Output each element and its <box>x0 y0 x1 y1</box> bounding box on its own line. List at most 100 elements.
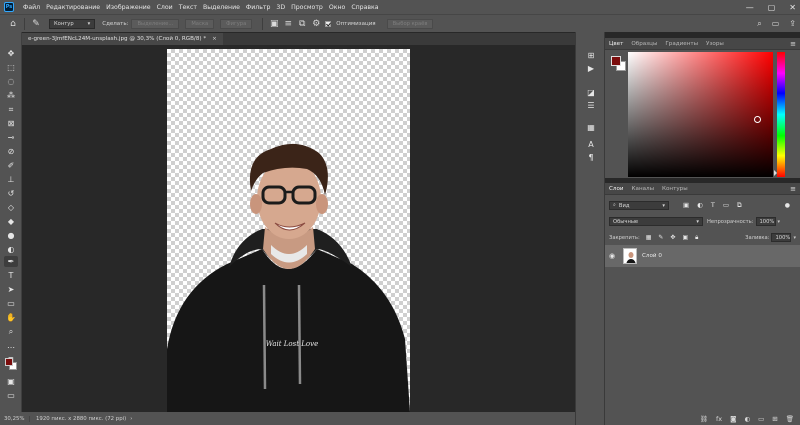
select-edges-button[interactable]: Выбор краёв <box>386 18 434 29</box>
paint-bucket-tool-icon[interactable]: ◆ <box>4 216 18 227</box>
quick-mask-icon[interactable]: ▣ <box>4 376 18 387</box>
screen-mode-icon[interactable]: ▭ <box>4 390 18 401</box>
foreground-color-swatch[interactable] <box>5 358 13 366</box>
tab-swatches[interactable]: Образцы <box>627 41 661 47</box>
pen-tool-icon[interactable]: ✒ <box>4 256 18 267</box>
link-layers-icon[interactable]: ⛓ <box>700 415 708 423</box>
hand-tool-icon[interactable]: ✋ <box>4 312 18 323</box>
more-tools-icon[interactable]: ⋯ <box>4 342 18 353</box>
adjustments-icon[interactable]: ◪ <box>585 87 597 97</box>
canvas-area[interactable]: Wait Lost Love <box>22 45 575 412</box>
opacity-input[interactable]: 100% <box>755 217 776 226</box>
saturation-brightness-field[interactable] <box>628 52 773 177</box>
eraser-tool-icon[interactable]: ◇ <box>4 202 18 213</box>
gear-icon[interactable]: ⚙ <box>309 17 323 31</box>
blend-mode-dropdown[interactable]: Обычные ▾ <box>609 217 703 226</box>
share-icon[interactable]: ⇪ <box>789 19 796 28</box>
crop-tool-icon[interactable]: ⌗ <box>4 104 18 115</box>
tab-layers[interactable]: Слои <box>605 186 628 192</box>
delete-layer-icon[interactable]: 🗑︎ <box>786 415 794 423</box>
path-operations-icon[interactable]: ▣ <box>267 17 281 31</box>
tab-gradients[interactable]: Градиенты <box>661 41 702 47</box>
filter-toggle-icon[interactable]: ● <box>785 202 790 209</box>
add-mask-icon[interactable]: ◙ <box>730 415 736 423</box>
new-layer-icon[interactable]: ⊞ <box>772 415 777 423</box>
menu-3d[interactable]: 3D <box>273 4 288 11</box>
pixel-filter-icon[interactable]: ▣ <box>683 201 689 210</box>
properties-icon[interactable]: ☰ <box>585 100 597 110</box>
layer-name[interactable]: Слой 0 <box>642 253 662 259</box>
make-selection-button[interactable]: Выделение... <box>131 18 180 29</box>
menu-select[interactable]: Выделение <box>200 4 243 11</box>
visibility-eye-icon[interactable]: ◉ <box>605 252 619 260</box>
menu-text[interactable]: Текст <box>176 4 200 11</box>
history-brush-tool-icon[interactable]: ↺ <box>4 188 18 199</box>
move-tool-icon[interactable]: ✥ <box>4 48 18 59</box>
chevron-right-icon[interactable]: › <box>130 416 132 422</box>
type-filter-icon[interactable]: T <box>711 201 715 210</box>
layer-filter-dropdown[interactable]: ⌕ Вид ▾ <box>609 201 669 210</box>
eyedropper-tool-icon[interactable]: ⊸ <box>4 132 18 143</box>
layer-item[interactable]: ◉ Слой 0 <box>605 245 800 267</box>
clone-stamp-tool-icon[interactable]: ⊥ <box>4 174 18 185</box>
tab-channels[interactable]: Каналы <box>628 186 658 192</box>
path-selection-tool-icon[interactable]: ➤ <box>4 284 18 295</box>
menu-layers[interactable]: Слои <box>154 4 176 11</box>
document-canvas[interactable]: Wait Lost Love <box>167 49 410 412</box>
blur-tool-icon[interactable]: ● <box>4 230 18 241</box>
brush-tool-icon[interactable]: ✐ <box>4 160 18 171</box>
layer-style-icon[interactable]: fx <box>716 415 722 423</box>
tab-patterns[interactable]: Узоры <box>702 41 728 47</box>
menu-filter[interactable]: Фильтр <box>243 4 273 11</box>
lock-all-icon[interactable]: 🔒︎ <box>695 234 698 242</box>
tab-paths[interactable]: Контуры <box>658 186 692 192</box>
document-tab[interactable]: e-green-3JmfENcL24M-unsplash.jpg @ 30,3%… <box>22 33 223 45</box>
chevron-down-icon[interactable]: ▾ <box>778 219 781 225</box>
menu-image[interactable]: Изображение <box>103 4 154 11</box>
panel-menu-icon[interactable]: ≡ <box>790 40 796 48</box>
frame-tool-icon[interactable]: ⊠ <box>4 118 18 129</box>
type-tool-icon[interactable]: T <box>4 270 18 281</box>
maximize-icon[interactable]: ▢ <box>768 3 776 12</box>
libraries-icon[interactable]: ▦ <box>585 122 597 132</box>
zoom-tool-icon[interactable]: ⌕ <box>4 326 18 337</box>
color-picker-marker[interactable] <box>754 116 761 123</box>
smart-object-filter-icon[interactable]: ⧉ <box>737 201 742 210</box>
panel-menu-icon[interactable]: ≡ <box>790 185 796 193</box>
close-icon[interactable]: ✕ <box>789 3 796 12</box>
paragraph-icon[interactable]: ¶ <box>585 152 597 162</box>
zoom-level[interactable]: 30,25% <box>0 415 30 422</box>
optimize-checkbox[interactable] <box>325 20 332 27</box>
dodge-tool-icon[interactable]: ◐ <box>4 244 18 255</box>
make-mask-button[interactable]: Маска <box>185 18 215 29</box>
shape-tool-icon[interactable]: ▭ <box>4 298 18 309</box>
minimize-icon[interactable]: — <box>746 3 754 12</box>
path-arrangement-icon[interactable]: ⧉ <box>295 17 309 31</box>
adjustment-layer-icon[interactable]: ◐ <box>744 415 750 423</box>
hue-slider-marker[interactable] <box>774 170 777 176</box>
path-alignment-icon[interactable]: ≡ <box>281 17 295 31</box>
tab-color[interactable]: Цвет <box>605 41 627 47</box>
tool-mode-dropdown[interactable]: Контур ▾ <box>49 18 96 29</box>
chevron-down-icon[interactable]: ▾ <box>793 235 796 241</box>
history-icon[interactable]: ⊞ <box>585 50 597 60</box>
new-group-icon[interactable]: ▭ <box>758 415 764 423</box>
menu-edit[interactable]: Редактирование <box>43 4 103 11</box>
close-tab-icon[interactable]: × <box>212 36 217 42</box>
adjustment-filter-icon[interactable]: ◐ <box>697 201 703 210</box>
make-shape-button[interactable]: Фигура <box>220 18 253 29</box>
lock-position-icon[interactable]: ✥ <box>670 234 675 242</box>
lock-artboard-icon[interactable]: ▣ <box>682 234 688 242</box>
menu-file[interactable]: Файл <box>20 4 43 11</box>
pen-tool-icon[interactable]: ✎ <box>29 17 43 31</box>
menu-view[interactable]: Просмотр <box>288 4 326 11</box>
hue-slider[interactable] <box>777 52 785 177</box>
character-icon[interactable]: A <box>585 139 597 149</box>
lock-pixels-icon[interactable]: ✎ <box>658 234 663 242</box>
magic-wand-tool-icon[interactable]: ⁂ <box>4 90 18 101</box>
search-icon[interactable]: ⌕ <box>757 19 761 29</box>
workspace-icon[interactable]: ▭ <box>772 19 780 28</box>
artboard-tool-icon[interactable]: ⬚ <box>4 62 18 73</box>
foreground-color-swatch-front[interactable] <box>611 56 621 66</box>
fill-input[interactable]: 100% <box>771 233 792 242</box>
